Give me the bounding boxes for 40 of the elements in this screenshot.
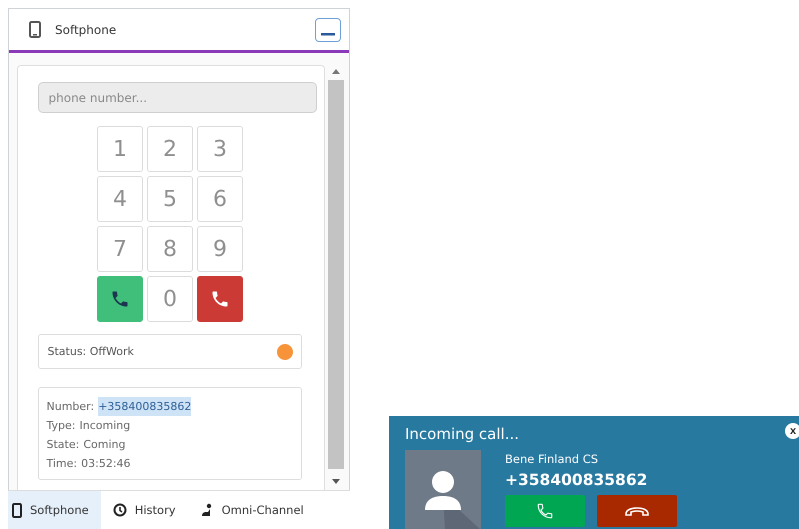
clock-icon <box>112 503 127 517</box>
dial-key[interactable]: 8 <box>147 226 193 272</box>
hang-up-icon <box>624 505 650 517</box>
dial-key[interactable]: 9 <box>197 226 243 272</box>
popup-title: Incoming call... <box>405 425 520 443</box>
minimize-button[interactable] <box>315 18 341 42</box>
phone-number-field[interactable]: phone number... <box>38 82 316 113</box>
phone-icon <box>110 289 130 309</box>
dial-key[interactable]: 0 <box>147 276 193 322</box>
caller-name: Bene Finland CS <box>505 452 600 466</box>
info-value: Incoming <box>79 418 130 434</box>
scroll-up-icon[interactable] <box>332 69 340 74</box>
info-label: State: <box>46 437 80 453</box>
decline-call-button[interactable] <box>597 495 677 527</box>
phone-icon <box>536 502 554 520</box>
scroll-down-icon[interactable] <box>332 479 340 484</box>
dial-key[interactable]: 7 <box>97 226 143 272</box>
info-label: Time: <box>46 456 78 472</box>
status-text: Status: OffWork <box>48 345 134 358</box>
close-button[interactable]: x <box>785 423 799 439</box>
dial-key[interactable]: 5 <box>147 176 193 222</box>
caller-number: +358400835862 <box>505 471 648 489</box>
dial-key[interactable]: 1 <box>97 126 143 172</box>
dial-key[interactable]: 2 <box>147 126 193 172</box>
phone-icon <box>29 21 41 38</box>
panel-title: Softphone <box>55 22 118 36</box>
info-label: Type: <box>46 418 76 434</box>
info-value: 03:52:46 <box>81 456 131 472</box>
info-label: Number: <box>46 399 94 415</box>
phone-icon <box>12 502 22 518</box>
call-button[interactable] <box>97 276 143 322</box>
dial-key[interactable]: 4 <box>97 176 143 222</box>
info-value: Coming <box>83 437 126 453</box>
info-value: +358400835862 <box>98 397 192 416</box>
dial-key[interactable]: 6 <box>197 176 243 222</box>
tab[interactable]: Softphone <box>8 491 101 529</box>
hang-up-button[interactable] <box>197 276 243 322</box>
minimize-icon <box>321 32 335 36</box>
phone-icon <box>210 289 230 309</box>
dial-key[interactable]: 3 <box>197 126 243 172</box>
